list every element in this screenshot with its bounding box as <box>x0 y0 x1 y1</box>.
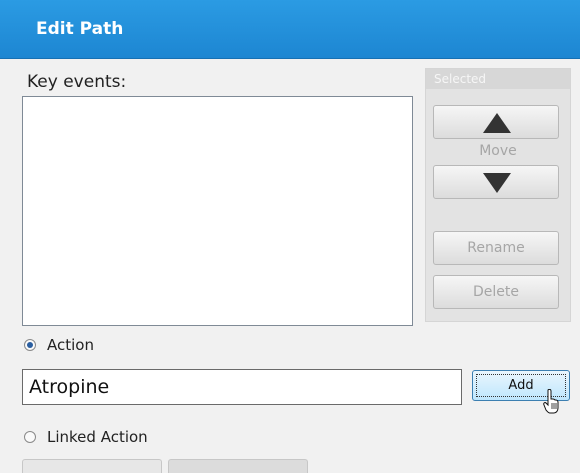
tab-2[interactable] <box>168 459 308 473</box>
action-input[interactable] <box>22 369 462 405</box>
move-down-button[interactable] <box>433 165 559 199</box>
key-events-list[interactable] <box>22 96 413 326</box>
add-button-label: Add <box>508 378 534 393</box>
move-up-button[interactable] <box>433 105 559 139</box>
radio-selected-dot <box>27 342 33 348</box>
linked-action-radio-label[interactable]: Linked Action <box>47 428 148 446</box>
arrow-up-icon <box>483 113 511 133</box>
linked-action-radio[interactable] <box>24 431 36 443</box>
move-label: Move <box>479 143 517 159</box>
hand-cursor-icon <box>543 389 559 414</box>
rename-button-label: Rename <box>467 240 525 256</box>
selected-panel-header: Selected <box>426 69 570 89</box>
rename-button[interactable]: Rename <box>433 231 559 265</box>
action-radio[interactable] <box>24 339 36 351</box>
delete-button-label: Delete <box>473 284 519 300</box>
window-title: Edit Path <box>36 19 124 39</box>
selected-panel: Selected Move Rename Delete <box>425 68 571 322</box>
action-radio-label[interactable]: Action <box>47 336 94 354</box>
arrow-down-icon <box>483 173 511 193</box>
tab-1[interactable] <box>22 459 162 473</box>
title-bar: Edit Path <box>0 0 580 59</box>
delete-button[interactable]: Delete <box>433 275 559 309</box>
key-events-label: Key events: <box>27 72 127 92</box>
